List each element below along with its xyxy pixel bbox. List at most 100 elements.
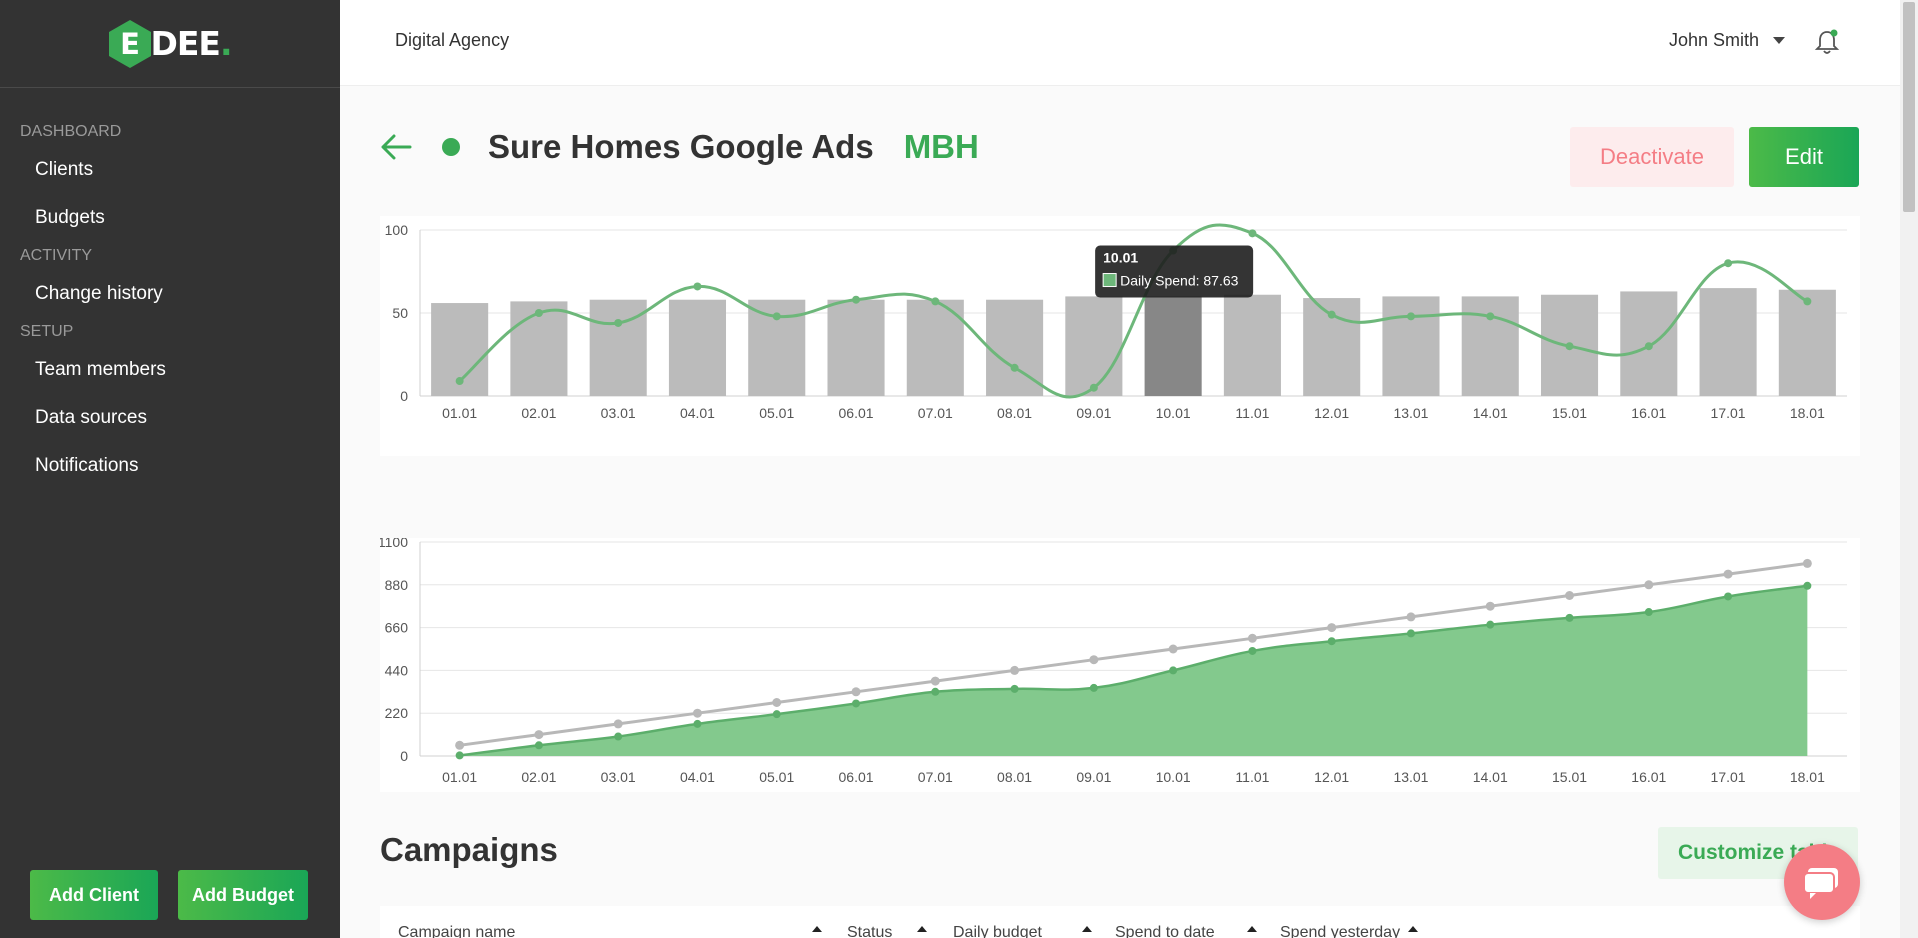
main-content: Sure Homes Google Ads MBH Deactivate Edi… [340, 86, 1900, 938]
x-tick-label: 12.01 [1314, 769, 1349, 785]
data-point [455, 740, 465, 750]
data-point [455, 377, 464, 386]
data-point [772, 698, 782, 707]
bar [1778, 289, 1836, 396]
x-tick-label: 08.01 [997, 769, 1032, 785]
data-point [1486, 312, 1495, 321]
x-tick-label: 05.01 [759, 405, 794, 421]
data-point [1724, 592, 1733, 601]
agency-name: Digital Agency [395, 30, 510, 50]
bar [1699, 288, 1757, 396]
data-point [852, 295, 861, 304]
x-tick-label: 15.01 [1552, 405, 1587, 421]
nav-section-activity: ACTIVITY [20, 247, 93, 264]
x-tick-label: 14.01 [1473, 769, 1508, 785]
x-tick-label: 01.01 [442, 769, 477, 785]
data-point [1168, 644, 1178, 654]
data-point [1565, 613, 1574, 622]
data-point [1327, 310, 1336, 319]
column-header-campaign-name[interactable]: Campaign name [398, 924, 515, 938]
x-tick-label: 02.01 [521, 405, 556, 421]
back-arrow-icon[interactable] [380, 133, 412, 161]
chat-widget-button[interactable] [1784, 844, 1860, 920]
x-tick-label: 04.01 [680, 769, 715, 785]
cumulative-spend-chart-svg: 0 220 440 660 880 1100 01.01 02.01 03.01 04.01 05.… [380, 538, 1847, 785]
column-header-spend-yesterday[interactable]: Spend yesterday [1280, 924, 1400, 938]
sidebar-actions: Add Client Add Budget [30, 870, 308, 920]
column-header-daily-budget[interactable]: Daily budget [953, 924, 1042, 938]
cumulative-spend-chart: 0 220 440 660 880 1100 01.01 02.01 03.01 04.01 05.… [380, 538, 1860, 792]
sidebar-item-budgets[interactable]: Budgets [0, 194, 340, 242]
data-point [1089, 383, 1098, 392]
deactivate-button[interactable]: Deactivate [1570, 127, 1734, 187]
add-budget-button[interactable]: Add Budget [178, 870, 308, 920]
campaign-header: Sure Homes Google Ads MBH [380, 128, 979, 166]
x-tick-label: 03.01 [601, 769, 636, 785]
data-point [1802, 558, 1812, 568]
chart-tooltip: 10.01 Daily Spend: 87.63 [1095, 245, 1254, 298]
data-point [851, 687, 861, 697]
add-client-button[interactable]: Add Client [30, 870, 158, 920]
sidebar-item-clients[interactable]: Clients [0, 146, 340, 194]
data-point [1169, 666, 1178, 675]
data-point [772, 312, 781, 321]
y-tick-label: 220 [385, 705, 409, 721]
page-scrollbar[interactable] [1900, 0, 1918, 938]
data-point [1644, 580, 1654, 590]
y-tick-label: 1100 [380, 538, 408, 550]
sidebar-item-change-history[interactable]: Change history [0, 270, 340, 318]
data-point [931, 297, 940, 306]
chevron-down-icon [1773, 37, 1785, 44]
nav-group-activity: ACTIVITY Change history [0, 242, 340, 318]
data-point [1486, 620, 1495, 629]
column-header-spend-to-date[interactable]: Spend to date [1115, 924, 1215, 938]
daily-spend-chart-svg: 0 50 100 01.01 02.01 03.01 04.01 05.01 06.01 07.0… [385, 222, 1847, 421]
data-point [534, 309, 543, 317]
bar [1461, 296, 1519, 396]
x-tick-label: 07.01 [918, 405, 953, 421]
sidebar-item-notifications[interactable]: Notifications [0, 442, 340, 490]
sort-icon[interactable] [812, 926, 822, 932]
data-point [1406, 312, 1415, 321]
sort-icon[interactable] [1408, 926, 1418, 932]
data-point [1327, 623, 1337, 633]
data-point [1010, 665, 1020, 675]
logo-letter: E [121, 27, 141, 61]
scrollbar-thumb[interactable] [1903, 2, 1915, 212]
sort-icon[interactable] [1247, 926, 1257, 932]
data-point [1565, 342, 1574, 351]
x-tick-label: 04.01 [680, 405, 715, 421]
campaigns-heading: Campaigns [380, 831, 558, 868]
x-tick-label: 01.01 [442, 405, 477, 421]
bar [589, 299, 647, 396]
x-tick-label: 17.01 [1711, 769, 1746, 785]
logo[interactable]: E DEE. [108, 19, 232, 69]
data-point [1406, 629, 1415, 638]
sidebar-item-team-members[interactable]: Team members [0, 346, 340, 394]
nav-section-dashboard: DASHBOARD [20, 123, 122, 140]
user-menu[interactable]: John Smith [1669, 30, 1785, 51]
sidebar: E DEE. DASHBOARD Clients Budgets ACTIVIT… [0, 0, 340, 938]
logo-text: DEE. [150, 24, 232, 63]
bar [1065, 296, 1123, 396]
x-tick-label: 02.01 [521, 769, 556, 785]
sort-icon[interactable] [917, 926, 927, 932]
sort-icon[interactable] [1082, 926, 1092, 932]
bell-icon[interactable] [1814, 28, 1840, 56]
column-header-status[interactable]: Status [847, 924, 892, 938]
bar [827, 299, 885, 396]
y-tick-label: 440 [385, 662, 409, 678]
tooltip-title: 10.01 [1103, 250, 1138, 266]
data-point [693, 719, 702, 728]
x-tick-label: 06.01 [839, 769, 874, 785]
data-point [613, 719, 623, 729]
data-point [1089, 655, 1099, 665]
x-tick-label: 06.01 [839, 405, 874, 421]
edit-button[interactable]: Edit [1749, 127, 1859, 187]
x-tick-label: 03.01 [601, 405, 636, 421]
campaigns-table-header: Campaign name Status Daily budget Spend … [380, 906, 1860, 938]
data-point [1248, 646, 1257, 655]
bar [1223, 294, 1281, 396]
sidebar-item-data-sources[interactable]: Data sources [0, 394, 340, 442]
data-point [455, 751, 464, 760]
